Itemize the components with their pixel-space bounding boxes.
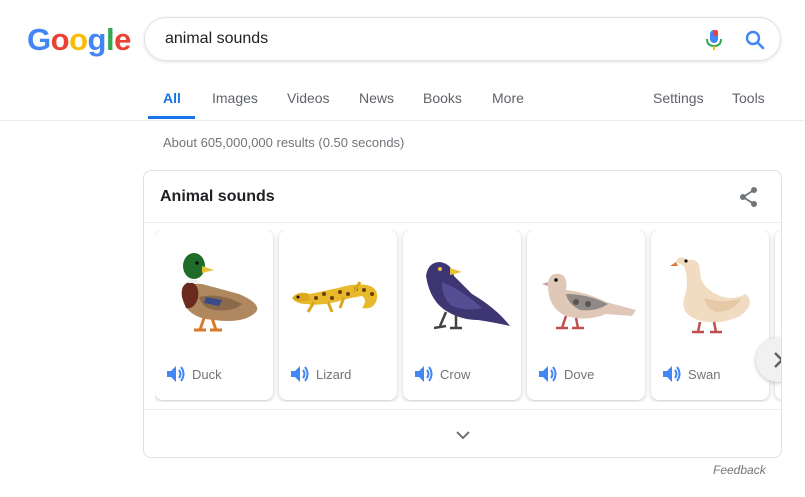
tab-all[interactable]: All [163, 90, 181, 106]
animal-sounds-card: Animal sounds Duck Lizard Crow Dove Swan [143, 170, 782, 458]
tab-settings[interactable]: Settings [653, 90, 704, 106]
swan-illustration [670, 257, 750, 334]
animal-name: Dove [564, 367, 595, 382]
active-tab-indicator [148, 116, 195, 119]
animal-name: Swan [688, 367, 721, 382]
animal-card-lizard[interactable]: Lizard [279, 230, 397, 400]
result-stats: About 605,000,000 results (0.50 seconds) [163, 135, 405, 150]
animal-card-duck[interactable]: Duck [155, 230, 273, 400]
lizard-illustration [292, 281, 378, 313]
share-icon[interactable] [738, 186, 760, 208]
speaker-icon[interactable] [538, 365, 558, 383]
logo-letter: o [69, 22, 88, 57]
microphone-icon[interactable] [705, 28, 723, 52]
tab-more[interactable]: More [492, 90, 524, 106]
feedback-link[interactable]: Feedback [713, 463, 766, 477]
animal-name: Duck [192, 367, 222, 382]
tab-books[interactable]: Books [423, 90, 462, 106]
google-logo[interactable]: Google [27, 22, 131, 58]
tab-news[interactable]: News [359, 90, 394, 106]
search-tabs: All Images Videos News Books More Settin… [0, 70, 805, 121]
animal-name: Crow [440, 367, 471, 382]
search-box [144, 17, 781, 61]
logo-letter: e [114, 22, 131, 57]
search-input[interactable] [165, 30, 665, 48]
logo-letter: l [105, 22, 115, 57]
animal-card-swan[interactable]: Swan [651, 230, 769, 400]
crow-illustration [426, 262, 510, 330]
tab-images[interactable]: Images [212, 90, 258, 106]
logo-letter: G [27, 22, 51, 57]
divider [144, 409, 781, 410]
divider [144, 222, 781, 223]
speaker-icon[interactable] [414, 365, 434, 383]
speaker-icon[interactable] [290, 365, 310, 383]
card-title: Animal sounds [160, 188, 275, 205]
logo-letter: g [87, 22, 107, 57]
speaker-icon[interactable] [166, 365, 186, 383]
tab-videos[interactable]: Videos [287, 90, 330, 106]
logo-letter: o [50, 22, 70, 57]
animal-carousel: Duck Lizard Crow Dove Swan [155, 230, 781, 402]
speaker-icon[interactable] [662, 365, 682, 383]
tab-tools[interactable]: Tools [732, 90, 765, 106]
animal-card-dove[interactable]: Dove [527, 230, 645, 400]
dove-illustration [542, 273, 636, 330]
search-icon[interactable] [743, 28, 767, 52]
chevron-right-icon [774, 352, 781, 368]
animal-name: Lizard [316, 367, 352, 382]
duck-illustration [181, 253, 258, 332]
chevron-down-icon[interactable] [453, 425, 473, 445]
animal-card-crow[interactable]: Crow [403, 230, 521, 400]
